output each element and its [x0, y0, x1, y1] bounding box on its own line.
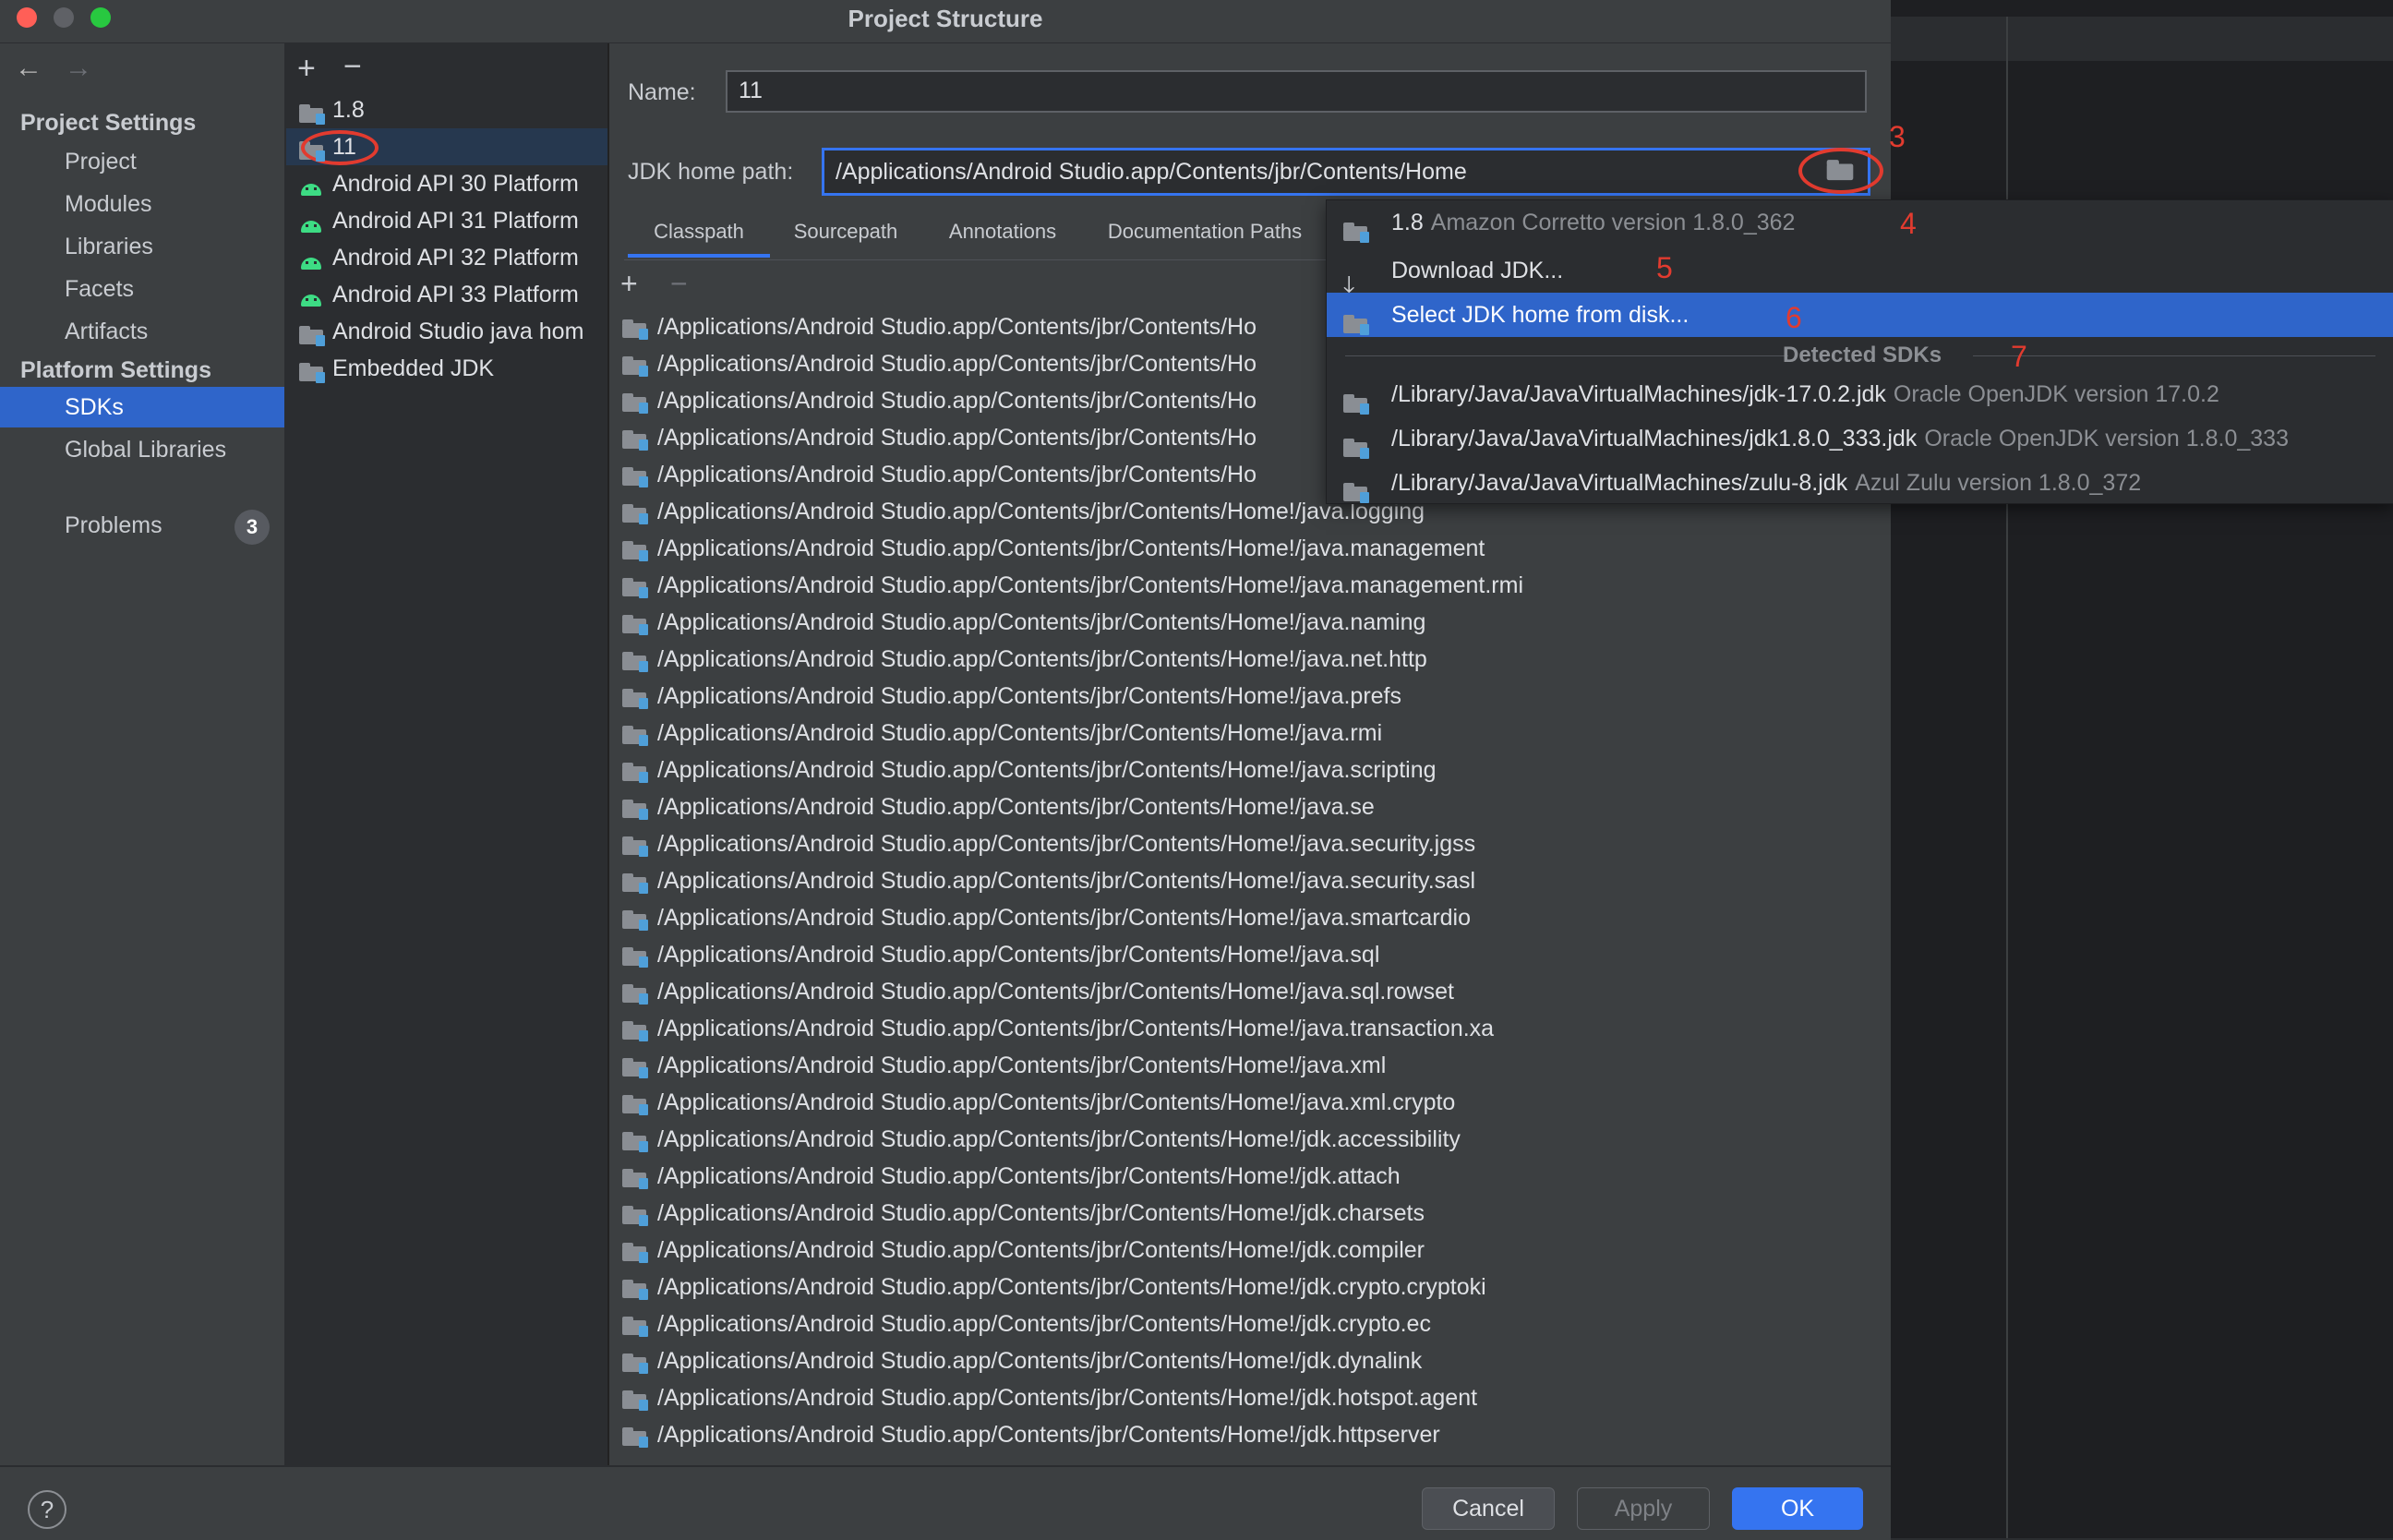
folder-icon — [622, 724, 648, 746]
jdk-dropdown-popup: 1.8Amazon Corretto version 1.8.0_362 Dow… — [1326, 199, 2393, 504]
title-bar: Project Structure — [0, 0, 1891, 43]
folder-icon — [622, 835, 648, 857]
add-sdk-button[interactable]: + — [297, 53, 316, 84]
name-label: Name: — [628, 79, 696, 105]
folder-icon — [622, 945, 648, 968]
folder-icon — [622, 1389, 648, 1411]
annotation-7: 7 — [2011, 340, 2027, 373]
sdk-item-embedded-jdk[interactable]: Embedded JDK — [286, 350, 607, 387]
apply-button[interactable]: Apply — [1577, 1487, 1710, 1530]
remove-sdk-button[interactable]: − — [343, 51, 362, 82]
folder-icon — [622, 355, 648, 377]
folder-icon — [622, 1204, 648, 1226]
name-field[interactable]: 11 — [726, 70, 1867, 113]
tab-classpath[interactable]: Classpath — [628, 206, 770, 258]
folder-icon — [622, 428, 648, 451]
ok-button[interactable]: OK — [1732, 1487, 1863, 1530]
folder-icon — [622, 502, 648, 524]
folder-icon — [622, 1093, 648, 1115]
folder-icon — [622, 613, 648, 635]
sidebar-item-global-libraries[interactable]: Global Libraries — [0, 429, 284, 470]
folder-icon — [622, 761, 648, 783]
tab-documentation-paths[interactable]: Documentation Paths — [1089, 206, 1320, 258]
window-title: Project Structure — [848, 5, 1043, 32]
popup-item-select-jdk-home[interactable]: Select JDK home from disk... — [1327, 293, 2393, 337]
folder-icon — [622, 982, 648, 1005]
sdk-item-android-api-32[interactable]: Android API 32 Platform — [286, 239, 607, 276]
popup-item-download-jdk[interactable]: Download JDK... — [1327, 248, 2393, 307]
folder-icon — [299, 355, 327, 383]
sdk-item-android-api-33[interactable]: Android API 33 Platform — [286, 276, 607, 313]
folder-icon — [622, 650, 648, 672]
remove-classpath-button[interactable]: − — [670, 268, 688, 299]
project-settings-header: Project Settings — [20, 110, 197, 136]
sdk-item-android-studio-java-home[interactable]: Android Studio java hom — [286, 313, 607, 350]
folder-icon — [622, 1352, 648, 1374]
annotation-3: 3 — [1889, 120, 1906, 153]
folder-icon — [622, 318, 648, 340]
cancel-button[interactable]: Cancel — [1422, 1487, 1555, 1530]
forward-arrow-icon[interactable]: → — [65, 53, 92, 84]
folder-icon — [622, 1167, 648, 1189]
folder-icon — [622, 1130, 648, 1152]
folder-icon — [622, 1019, 648, 1041]
android-icon — [299, 171, 327, 197]
editor-tab-strip — [1891, 17, 2393, 61]
help-button[interactable]: ? — [28, 1490, 66, 1529]
sidebar-item-facets[interactable]: Facets — [0, 269, 284, 309]
popup-item-detected-zulu-8[interactable]: /Library/Java/JavaVirtualMachines/zulu-8… — [1327, 461, 2393, 505]
android-icon — [299, 208, 327, 234]
annotation-6: 6 — [1786, 301, 1802, 334]
sidebar-item-project[interactable]: Project — [0, 141, 284, 182]
back-arrow-icon[interactable]: ← — [15, 53, 42, 84]
folder-icon — [622, 465, 648, 487]
folder-icon — [622, 1426, 648, 1448]
folder-icon — [622, 576, 648, 598]
folder-icon — [622, 908, 648, 931]
jdk-home-path-field[interactable]: /Applications/Android Studio.app/Content… — [822, 148, 1870, 196]
problems-count-badge: 3 — [234, 510, 270, 545]
platform-settings-header: Platform Settings — [20, 357, 211, 383]
folder-icon — [622, 687, 648, 709]
folder-icon — [622, 1278, 648, 1300]
folder-icon — [622, 872, 648, 894]
sidebar-item-sdks[interactable]: SDKs — [0, 387, 284, 427]
folder-icon — [622, 1056, 648, 1078]
android-icon — [299, 245, 327, 271]
jdk-home-path-value: /Applications/Android Studio.app/Content… — [836, 159, 1467, 185]
folder-icon — [1343, 472, 1369, 516]
sdk-item-android-api-30[interactable]: Android API 30 Platform — [286, 165, 607, 202]
annotation-circle-browse — [1798, 148, 1883, 194]
sdk-item-1-8[interactable]: 1.8 — [286, 91, 607, 128]
folder-icon — [622, 1315, 648, 1337]
sidebar-item-artifacts[interactable]: Artifacts — [0, 311, 284, 352]
folder-icon — [622, 1241, 648, 1263]
folder-icon — [299, 97, 327, 125]
folder-icon — [622, 391, 648, 414]
sidebar-item-modules[interactable]: Modules — [0, 184, 284, 224]
sidebar-item-libraries[interactable]: Libraries — [0, 226, 284, 267]
settings-sidebar: ← → Project Settings Project Modules Lib… — [0, 43, 286, 1465]
detected-sdks-header: Detected SDKs — [1783, 343, 1942, 367]
folder-icon — [622, 539, 648, 561]
annotation-4: 4 — [1900, 207, 1917, 240]
popup-item-jdk-1-8[interactable]: 1.8 Amazon Corretto version 1.8.0_362 — [1327, 200, 2393, 245]
sdk-list-panel: + − 1.8 11 Android API 30 Platform Andro… — [286, 43, 609, 1465]
jdk-home-path-label: JDK home path: — [628, 159, 794, 185]
android-icon — [299, 282, 327, 307]
popup-item-detected-jdk-17[interactable]: /Library/Java/JavaVirtualMachines/jdk-17… — [1327, 372, 2393, 416]
tab-sourcepath[interactable]: Sourcepath — [777, 206, 914, 258]
annotation-circle-11 — [301, 130, 379, 165]
popup-item-detected-jdk-1-8-333[interactable]: /Library/Java/JavaVirtualMachines/jdk1.8… — [1327, 416, 2393, 461]
tab-annotations[interactable]: Annotations — [932, 206, 1073, 258]
sdk-item-android-api-31[interactable]: Android API 31 Platform — [286, 202, 607, 239]
folder-icon — [299, 319, 327, 346]
folder-icon — [622, 798, 648, 820]
annotation-5: 5 — [1656, 251, 1673, 284]
detected-sdks-separator: Detected SDKs — [1327, 337, 2393, 374]
add-classpath-button[interactable]: + — [620, 268, 638, 299]
